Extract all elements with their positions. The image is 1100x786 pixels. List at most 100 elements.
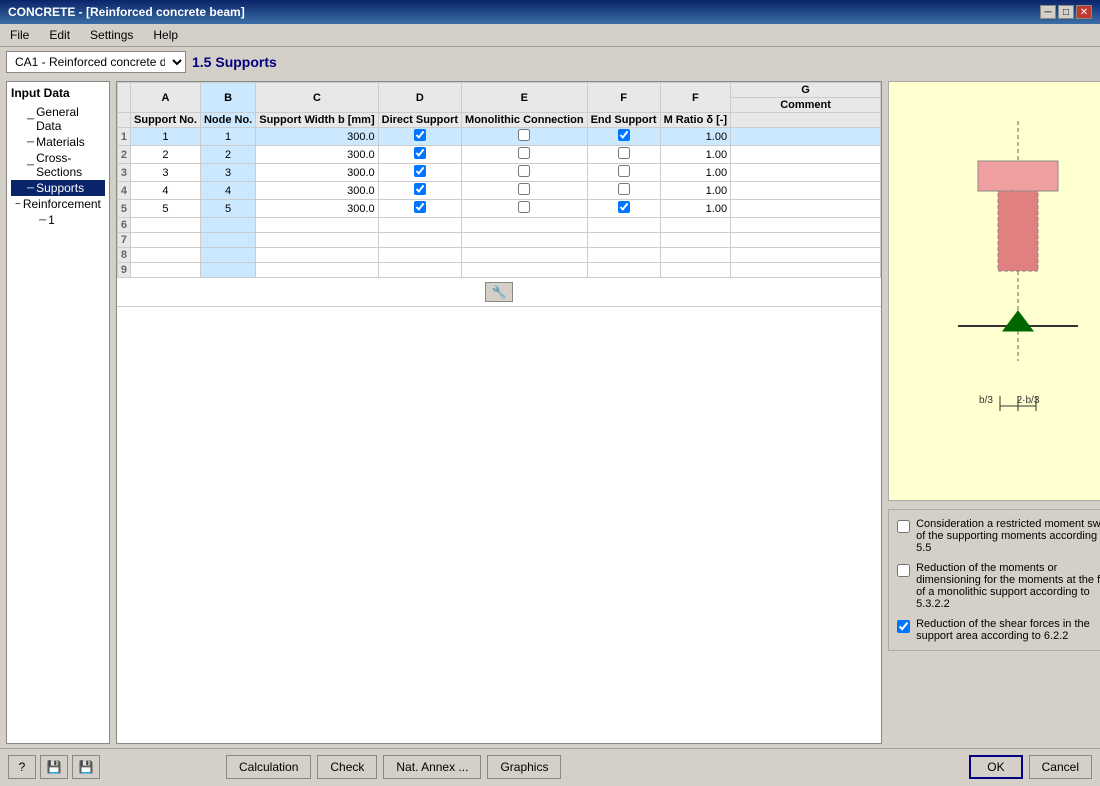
- cell-support-width[interactable]: [256, 218, 378, 233]
- cell-support-width[interactable]: [256, 248, 378, 263]
- menu-edit[interactable]: Edit: [43, 26, 76, 44]
- cell-monolithic[interactable]: [462, 128, 588, 146]
- cell-direct-support[interactable]: [378, 263, 461, 278]
- cell-node-no[interactable]: 4: [200, 182, 255, 200]
- cell-node-no[interactable]: [200, 248, 255, 263]
- cell-node-no[interactable]: 1: [200, 128, 255, 146]
- ok-button[interactable]: OK: [969, 755, 1022, 779]
- cell-m-ratio[interactable]: [660, 218, 731, 233]
- cell-end-support[interactable]: [587, 146, 660, 164]
- cell-monolithic[interactable]: [462, 218, 588, 233]
- tree-cross-sections[interactable]: ─Cross-Sections: [11, 150, 105, 180]
- direct-support-checkbox[interactable]: [414, 201, 426, 213]
- menu-file[interactable]: File: [4, 26, 35, 44]
- close-button[interactable]: ✕: [1076, 5, 1092, 19]
- end-support-checkbox[interactable]: [618, 201, 630, 213]
- cell-support-width[interactable]: 300.0: [256, 146, 378, 164]
- menu-help[interactable]: Help: [147, 26, 184, 44]
- cell-end-support[interactable]: [587, 200, 660, 218]
- cell-node-no[interactable]: 3: [200, 164, 255, 182]
- cell-end-support[interactable]: [587, 248, 660, 263]
- cell-comment[interactable]: [731, 248, 881, 263]
- cell-comment[interactable]: [731, 218, 881, 233]
- cell-m-ratio[interactable]: [660, 248, 731, 263]
- cell-monolithic[interactable]: [462, 233, 588, 248]
- end-support-checkbox[interactable]: [618, 183, 630, 195]
- cell-m-ratio[interactable]: 1.00: [660, 128, 731, 146]
- cell-end-support[interactable]: [587, 263, 660, 278]
- cell-support-no[interactable]: [131, 233, 201, 248]
- cell-support-width[interactable]: [256, 263, 378, 278]
- cell-end-support[interactable]: [587, 128, 660, 146]
- cell-monolithic[interactable]: [462, 182, 588, 200]
- monolithic-checkbox[interactable]: [518, 183, 530, 195]
- cell-comment[interactable]: [731, 200, 881, 218]
- cell-comment[interactable]: [731, 164, 881, 182]
- direct-support-checkbox[interactable]: [414, 183, 426, 195]
- case-dropdown[interactable]: CA1 - Reinforced concrete desi: [6, 51, 186, 73]
- tree-reinforcement[interactable]: −Reinforcement: [11, 196, 105, 212]
- cell-m-ratio[interactable]: 1.00: [660, 200, 731, 218]
- option-checkbox-1[interactable]: [897, 520, 910, 533]
- cell-direct-support[interactable]: [378, 218, 461, 233]
- cell-support-no[interactable]: [131, 248, 201, 263]
- cell-comment[interactable]: [731, 146, 881, 164]
- save-button-1[interactable]: 💾: [40, 755, 68, 779]
- cell-monolithic[interactable]: [462, 248, 588, 263]
- cancel-button[interactable]: Cancel: [1029, 755, 1092, 779]
- cell-m-ratio[interactable]: 1.00: [660, 182, 731, 200]
- maximize-button[interactable]: □: [1058, 5, 1074, 19]
- end-support-checkbox[interactable]: [618, 165, 630, 177]
- save-button-2[interactable]: 💾: [72, 755, 100, 779]
- graphics-button[interactable]: Graphics: [487, 755, 561, 779]
- cell-m-ratio[interactable]: [660, 233, 731, 248]
- monolithic-checkbox[interactable]: [518, 165, 530, 177]
- cell-monolithic[interactable]: [462, 164, 588, 182]
- direct-support-checkbox[interactable]: [414, 165, 426, 177]
- minimize-button[interactable]: ─: [1040, 5, 1056, 19]
- cell-comment[interactable]: [731, 182, 881, 200]
- cell-direct-support[interactable]: [378, 146, 461, 164]
- option-checkbox-2[interactable]: [897, 564, 910, 577]
- direct-support-checkbox[interactable]: [414, 129, 426, 141]
- cell-node-no[interactable]: [200, 233, 255, 248]
- cell-direct-support[interactable]: [378, 200, 461, 218]
- check-button[interactable]: Check: [317, 755, 377, 779]
- cell-end-support[interactable]: [587, 233, 660, 248]
- tree-materials[interactable]: ─Materials: [11, 134, 105, 150]
- cell-support-no[interactable]: 1: [131, 128, 201, 146]
- cell-support-no[interactable]: [131, 218, 201, 233]
- monolithic-checkbox[interactable]: [518, 147, 530, 159]
- cell-support-width[interactable]: 300.0: [256, 200, 378, 218]
- cell-direct-support[interactable]: [378, 128, 461, 146]
- cell-end-support[interactable]: [587, 164, 660, 182]
- cell-monolithic[interactable]: [462, 200, 588, 218]
- cell-support-no[interactable]: 4: [131, 182, 201, 200]
- cell-support-width[interactable]: 300.0: [256, 182, 378, 200]
- cell-node-no[interactable]: [200, 218, 255, 233]
- option-checkbox-3[interactable]: [897, 620, 910, 633]
- cell-support-no[interactable]: 3: [131, 164, 201, 182]
- cell-support-no[interactable]: 5: [131, 200, 201, 218]
- cell-node-no[interactable]: [200, 263, 255, 278]
- cell-direct-support[interactable]: [378, 182, 461, 200]
- cell-comment[interactable]: [731, 233, 881, 248]
- end-support-checkbox[interactable]: [618, 129, 630, 141]
- nat-annex-button[interactable]: Nat. Annex ...: [383, 755, 481, 779]
- monolithic-checkbox[interactable]: [518, 201, 530, 213]
- menu-settings[interactable]: Settings: [84, 26, 139, 44]
- calculation-button[interactable]: Calculation: [226, 755, 311, 779]
- cell-comment[interactable]: [731, 128, 881, 146]
- tree-supports[interactable]: ─Supports: [11, 180, 105, 196]
- end-support-checkbox[interactable]: [618, 147, 630, 159]
- cell-monolithic[interactable]: [462, 263, 588, 278]
- cell-support-no[interactable]: [131, 263, 201, 278]
- cell-support-width[interactable]: 300.0: [256, 164, 378, 182]
- cell-node-no[interactable]: 5: [200, 200, 255, 218]
- tree-reinforcement-1[interactable]: ─1: [11, 212, 105, 228]
- monolithic-checkbox[interactable]: [518, 129, 530, 141]
- cell-support-no[interactable]: 2: [131, 146, 201, 164]
- cell-comment[interactable]: [731, 263, 881, 278]
- cell-support-width[interactable]: [256, 233, 378, 248]
- grid-tool-button[interactable]: 🔧: [485, 282, 514, 302]
